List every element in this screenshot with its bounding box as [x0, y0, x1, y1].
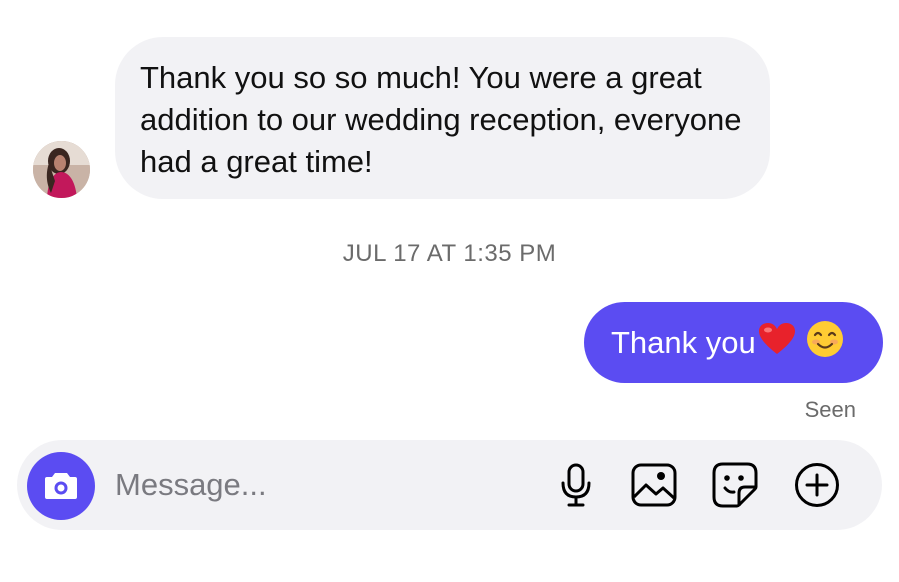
sticker-button[interactable]	[710, 460, 760, 510]
plus-circle-icon	[795, 463, 839, 507]
incoming-message-text: Thank you so so much! You were a great a…	[140, 60, 742, 179]
incoming-message-row: Thank you so so much! You were a great a…	[0, 0, 899, 220]
message-timestamp: JUL 17 AT 1:35 PM	[342, 240, 557, 267]
seen-status: Seen	[804, 397, 856, 422]
microphone-icon	[561, 463, 591, 507]
smiling-emoji	[806, 320, 844, 366]
more-options-button[interactable]	[792, 460, 842, 510]
camera-icon	[45, 473, 77, 499]
heart-emoji	[758, 322, 796, 364]
outgoing-message-bubble[interactable]: Thank you	[584, 302, 883, 383]
voice-message-button[interactable]	[551, 460, 601, 510]
incoming-message-bubble[interactable]: Thank you so so much! You were a great a…	[115, 37, 770, 199]
profile-photo-icon	[33, 141, 90, 198]
message-composer	[17, 440, 882, 530]
gallery-button[interactable]	[629, 460, 679, 510]
sender-avatar[interactable]	[33, 141, 90, 198]
gallery-icon	[631, 463, 677, 507]
sticker-icon	[712, 462, 758, 508]
camera-button[interactable]	[27, 452, 95, 520]
message-input[interactable]	[115, 462, 515, 508]
outgoing-message-text: Thank you	[611, 324, 756, 360]
